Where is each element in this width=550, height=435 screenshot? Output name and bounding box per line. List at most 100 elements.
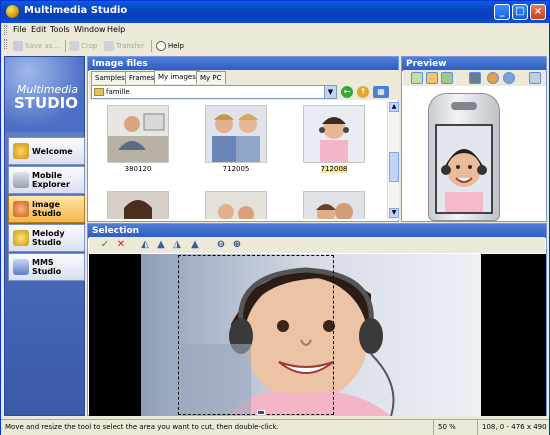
menu-file[interactable]: File [13, 25, 26, 34]
thumbnail-image[interactable] [107, 191, 169, 219]
sidebar-item-label: Welcome [32, 146, 73, 156]
menu-grip [4, 25, 7, 35]
thumbnail-label: 712005 [222, 165, 250, 173]
help-button[interactable]: Help [156, 39, 184, 53]
thumbnail-image[interactable] [205, 191, 267, 219]
cancel-x-icon[interactable]: ✕ [115, 239, 127, 251]
menu-bar: File Edit Tools Window Help [1, 23, 549, 37]
menu-tools[interactable]: Tools [50, 25, 70, 34]
sidebar-item-image-studio[interactable]: Image Studio [8, 195, 85, 223]
rotate-left-icon[interactable] [487, 72, 499, 84]
help-icon [156, 41, 166, 51]
save-as-button[interactable]: Save as ... [13, 39, 61, 53]
transfer-icon [104, 41, 114, 51]
toolbar-separator [151, 40, 152, 52]
mms-icon [13, 259, 29, 275]
sidebar-item-label: Melody Studio [32, 229, 65, 247]
align-left-icon[interactable]: ◭ [139, 239, 151, 251]
thumbnail-image[interactable] [107, 105, 169, 163]
phone-model-icon[interactable] [469, 72, 481, 84]
status-message: Move and resize the tool to select the a… [5, 423, 279, 431]
image-files-header: Image files [88, 57, 398, 71]
thumbnail-image[interactable] [303, 105, 365, 163]
thumbnail-scrollbar[interactable]: ▲ ▼ [387, 101, 399, 220]
thumbnail-image[interactable] [205, 105, 267, 163]
scroll-down-icon[interactable]: ▼ [389, 208, 399, 218]
view-menu-icon[interactable]: ▦ [373, 86, 389, 98]
tab-my-pc[interactable]: My PC [196, 71, 226, 84]
app-icon [6, 5, 19, 18]
crop-icon [69, 41, 79, 51]
app-window: Multimedia Studio _ □ × File Edit Tools … [0, 0, 550, 435]
family-photo [206, 192, 266, 219]
align-right-icon[interactable]: ◮ [171, 239, 183, 251]
layout-full-icon[interactable] [411, 72, 423, 84]
folder-icon [94, 88, 104, 96]
selection-toolbar: ✓ ✕ ◭ ▲ ◮ ▲ ⊖ ⊕ [89, 237, 545, 253]
crop-label: Crop [81, 42, 98, 50]
tab-my-images[interactable]: My images [154, 70, 200, 84]
transfer-button[interactable]: Transfer [104, 39, 144, 53]
fit-icon[interactable]: ▲ [189, 239, 201, 251]
chevron-down-icon[interactable]: ▼ [324, 86, 336, 98]
folder-bar: famille ▼ ← ↑ ▦ [89, 84, 399, 100]
window-title: Multimedia Studio [24, 5, 128, 16]
save-icon [13, 41, 23, 51]
menu-help[interactable]: Help [107, 25, 125, 34]
minimize-button[interactable]: _ [494, 4, 510, 20]
woman-photo [108, 192, 168, 219]
layout-fit-icon[interactable] [426, 72, 438, 84]
menu-window[interactable]: Window [74, 25, 106, 34]
logo-line2: STUDIO [14, 94, 78, 112]
crop-resize-handle[interactable] [257, 410, 265, 415]
preview-header: Preview [402, 57, 546, 71]
zoom-out-icon[interactable]: ⊖ [215, 239, 227, 251]
folder-up-icon[interactable]: ↑ [357, 86, 369, 98]
crop-button[interactable]: Crop [69, 39, 97, 53]
couple-photo [304, 192, 364, 219]
phone-speaker [451, 102, 477, 110]
welcome-note-icon [13, 143, 29, 159]
music-note-icon [13, 230, 29, 246]
status-zoom: 50 % [433, 420, 477, 435]
preview-photo [437, 126, 491, 212]
zoom-in-icon[interactable]: ⊕ [231, 239, 243, 251]
sidebar-item-welcome[interactable]: Welcome [8, 137, 85, 165]
thumbnail-grid: 380120 712005 712008 [89, 101, 387, 219]
main-toolbar: Save as ... Crop Transfer Help [1, 37, 549, 55]
status-bar: Move and resize the tool to select the a… [1, 419, 549, 435]
folder-name: famille [106, 88, 130, 96]
crop-selection-rect[interactable] [178, 255, 334, 415]
align-center-icon[interactable]: ▲ [155, 239, 167, 251]
menu-edit[interactable]: Edit [31, 25, 47, 34]
girls-phone-photo [206, 106, 266, 162]
preview-toolbar [403, 70, 546, 86]
maximize-button[interactable]: □ [512, 4, 528, 20]
close-button[interactable]: × [530, 4, 546, 20]
toolbar-separator [65, 40, 66, 52]
sidebar-item-melody-studio[interactable]: Melody Studio [8, 224, 85, 252]
scroll-up-icon[interactable]: ▲ [389, 102, 399, 112]
sidebar-item-mobile-explorer[interactable]: Mobile Explorer [8, 166, 85, 194]
help-label: Help [168, 42, 184, 50]
layout-stretch-icon[interactable] [441, 72, 453, 84]
back-icon[interactable]: ← [341, 86, 353, 98]
thumbnail-image[interactable] [303, 191, 365, 219]
sidebar-item-mms-studio[interactable]: MMS Studio [8, 253, 85, 281]
phone-icon [13, 172, 29, 188]
title-bar: Multimedia Studio _ □ × [1, 1, 549, 23]
thumbnail-label: 380120 [124, 165, 152, 173]
rotate-right-icon[interactable] [503, 72, 515, 84]
folder-select[interactable]: famille ▼ [91, 85, 337, 99]
sidebar: Multimedia STUDIO Welcome Mobile Explore… [4, 56, 85, 416]
phone-preview [428, 93, 500, 221]
settings-icon[interactable] [529, 72, 541, 84]
accept-check-icon[interactable]: ✓ [99, 239, 111, 251]
save-as-label: Save as ... [25, 42, 62, 50]
logo: Multimedia STUDIO [5, 57, 84, 132]
selection-canvas[interactable] [89, 254, 546, 416]
scroll-thumb[interactable] [389, 152, 399, 182]
tab-samples[interactable]: Samples [91, 71, 129, 84]
sidebar-item-label: Mobile Explorer [32, 171, 70, 189]
thumbnail-label: 712008 [320, 165, 348, 173]
